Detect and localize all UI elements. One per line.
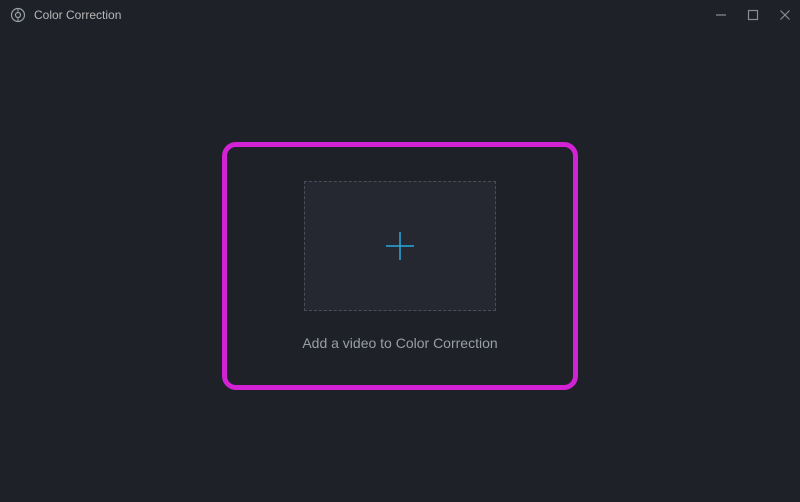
window-controls	[714, 8, 792, 22]
add-video-prompt: Add a video to Color Correction	[302, 335, 497, 351]
close-button[interactable]	[778, 8, 792, 22]
minimize-button[interactable]	[714, 8, 728, 22]
main-area: Add a video to Color Correction	[0, 30, 800, 502]
highlight-box: Add a video to Color Correction	[222, 142, 578, 390]
window-title: Color Correction	[34, 8, 121, 22]
add-video-dropzone[interactable]	[304, 181, 496, 311]
maximize-button[interactable]	[746, 8, 760, 22]
app-icon	[10, 7, 26, 23]
titlebar: Color Correction	[0, 0, 800, 30]
titlebar-left: Color Correction	[10, 7, 121, 23]
plus-icon	[382, 228, 418, 264]
